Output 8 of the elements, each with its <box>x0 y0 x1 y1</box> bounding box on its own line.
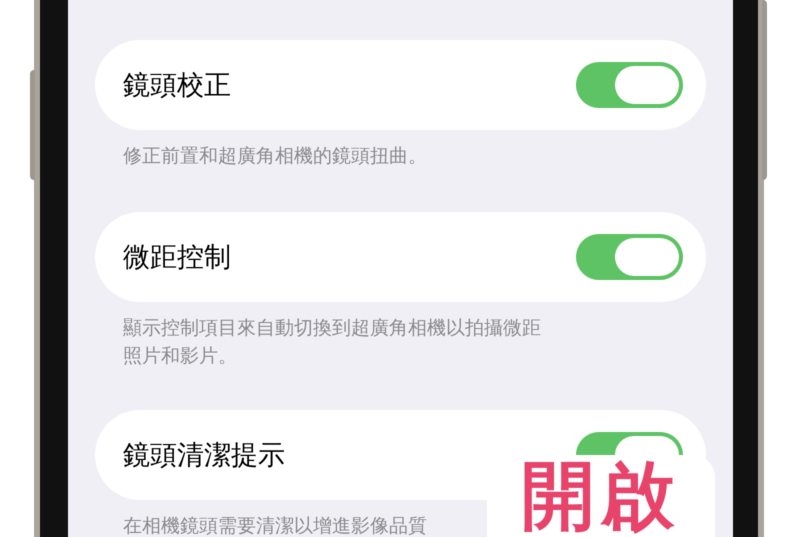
footer-text: 顯示控制項目來自動切換到超廣角相機以拍攝微距 <box>123 317 542 341</box>
setting-label: 鏡頭清潔提示 <box>123 438 285 472</box>
footer-text: 照片和影片。 <box>123 345 238 369</box>
callout-text: 開啟 <box>521 459 681 533</box>
footer-text: 修正前置和超廣角相機的鏡頭扭曲。 <box>123 145 428 169</box>
setting-label: 微距控制 <box>123 240 231 274</box>
setting-label: 鏡頭校正 <box>123 68 231 102</box>
footer-text: 在相機鏡頭需要清潔以增進影像品質 <box>123 515 428 537</box>
